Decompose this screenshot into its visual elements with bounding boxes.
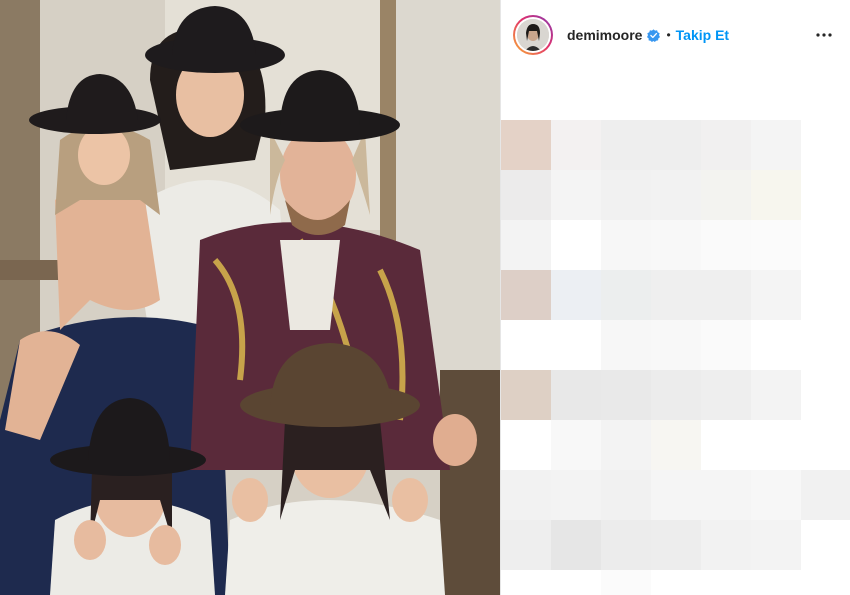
- blur-tile: [651, 420, 701, 470]
- comments-section-blurred: [501, 70, 850, 595]
- blur-tile: [751, 420, 801, 470]
- blur-tile: [701, 520, 751, 570]
- blur-tile: [501, 520, 551, 570]
- blur-tile: [551, 170, 601, 220]
- blur-tile: [601, 270, 651, 320]
- blur-tile: [651, 520, 701, 570]
- avatar[interactable]: [517, 19, 549, 51]
- blur-tile: [551, 220, 601, 270]
- blur-tile: [551, 570, 601, 595]
- blur-tile: [651, 220, 701, 270]
- blur-tile: [551, 470, 601, 520]
- blur-tile: [601, 370, 651, 420]
- blur-tile: [801, 570, 850, 595]
- blur-tile: [651, 470, 701, 520]
- blur-tile: [601, 120, 651, 170]
- blur-tile: [551, 70, 601, 120]
- blur-tile: [551, 420, 601, 470]
- blur-tile: [601, 220, 651, 270]
- blur-tile: [801, 470, 850, 520]
- blur-tile: [651, 270, 701, 320]
- blur-tile: [701, 270, 751, 320]
- blur-tile: [501, 70, 551, 120]
- blur-tile: [801, 520, 850, 570]
- blur-tile: [801, 320, 850, 370]
- blur-tile: [601, 70, 651, 120]
- blur-tile: [651, 570, 701, 595]
- blur-tile: [751, 320, 801, 370]
- blur-tile: [501, 120, 551, 170]
- blur-tile: [651, 70, 701, 120]
- blur-tile: [651, 370, 701, 420]
- blur-tile: [701, 370, 751, 420]
- blur-tile: [751, 70, 801, 120]
- blur-tile: [751, 170, 801, 220]
- post-header: demimoore • Takip Et: [501, 0, 850, 70]
- blur-tile: [651, 170, 701, 220]
- blur-tile: [701, 420, 751, 470]
- blur-tile: [751, 270, 801, 320]
- blur-tile: [501, 570, 551, 595]
- blur-tile: [501, 470, 551, 520]
- blur-tile: [601, 570, 651, 595]
- blur-tile: [551, 270, 601, 320]
- blur-tile: [501, 270, 551, 320]
- blur-tile: [701, 470, 751, 520]
- blur-tile: [551, 370, 601, 420]
- separator-dot: •: [666, 28, 671, 42]
- blur-tile: [601, 420, 651, 470]
- blur-tile: [751, 520, 801, 570]
- follow-button[interactable]: Takip Et: [676, 27, 729, 43]
- blur-tile: [601, 170, 651, 220]
- blur-tile: [751, 120, 801, 170]
- blur-mosaic: [501, 70, 850, 595]
- blur-tile: [801, 70, 850, 120]
- blur-tile: [701, 70, 751, 120]
- blur-tile: [701, 220, 751, 270]
- blur-tile: [501, 370, 551, 420]
- blur-tile: [751, 570, 801, 595]
- blur-tile: [651, 120, 701, 170]
- username-link[interactable]: demimoore: [567, 27, 642, 43]
- story-ring[interactable]: [513, 15, 553, 55]
- blur-tile: [501, 320, 551, 370]
- blur-tile: [551, 520, 601, 570]
- blur-tile: [701, 120, 751, 170]
- blur-tile: [751, 370, 801, 420]
- blur-tile: [801, 120, 850, 170]
- blur-tile: [801, 270, 850, 320]
- blur-tile: [801, 370, 850, 420]
- blur-tile: [551, 320, 601, 370]
- blur-tile: [501, 420, 551, 470]
- blur-tile: [501, 220, 551, 270]
- blur-tile: [651, 320, 701, 370]
- blur-tile: [601, 470, 651, 520]
- blur-tile: [601, 320, 651, 370]
- blur-tile: [601, 520, 651, 570]
- blur-tile: [801, 170, 850, 220]
- blur-tile: [701, 570, 751, 595]
- post-photo[interactable]: [0, 0, 500, 595]
- blur-tile: [751, 470, 801, 520]
- blur-tile: [551, 120, 601, 170]
- blur-tile: [751, 220, 801, 270]
- avatar-image: [517, 19, 549, 51]
- blur-tile: [501, 170, 551, 220]
- more-options-icon[interactable]: [812, 23, 836, 47]
- blur-tile: [701, 320, 751, 370]
- blur-tile: [801, 420, 850, 470]
- blur-tile: [801, 220, 850, 270]
- verified-badge-icon: [647, 28, 661, 42]
- family-photo-image: [0, 0, 500, 595]
- blur-tile: [701, 170, 751, 220]
- avatar-frame: [515, 17, 551, 53]
